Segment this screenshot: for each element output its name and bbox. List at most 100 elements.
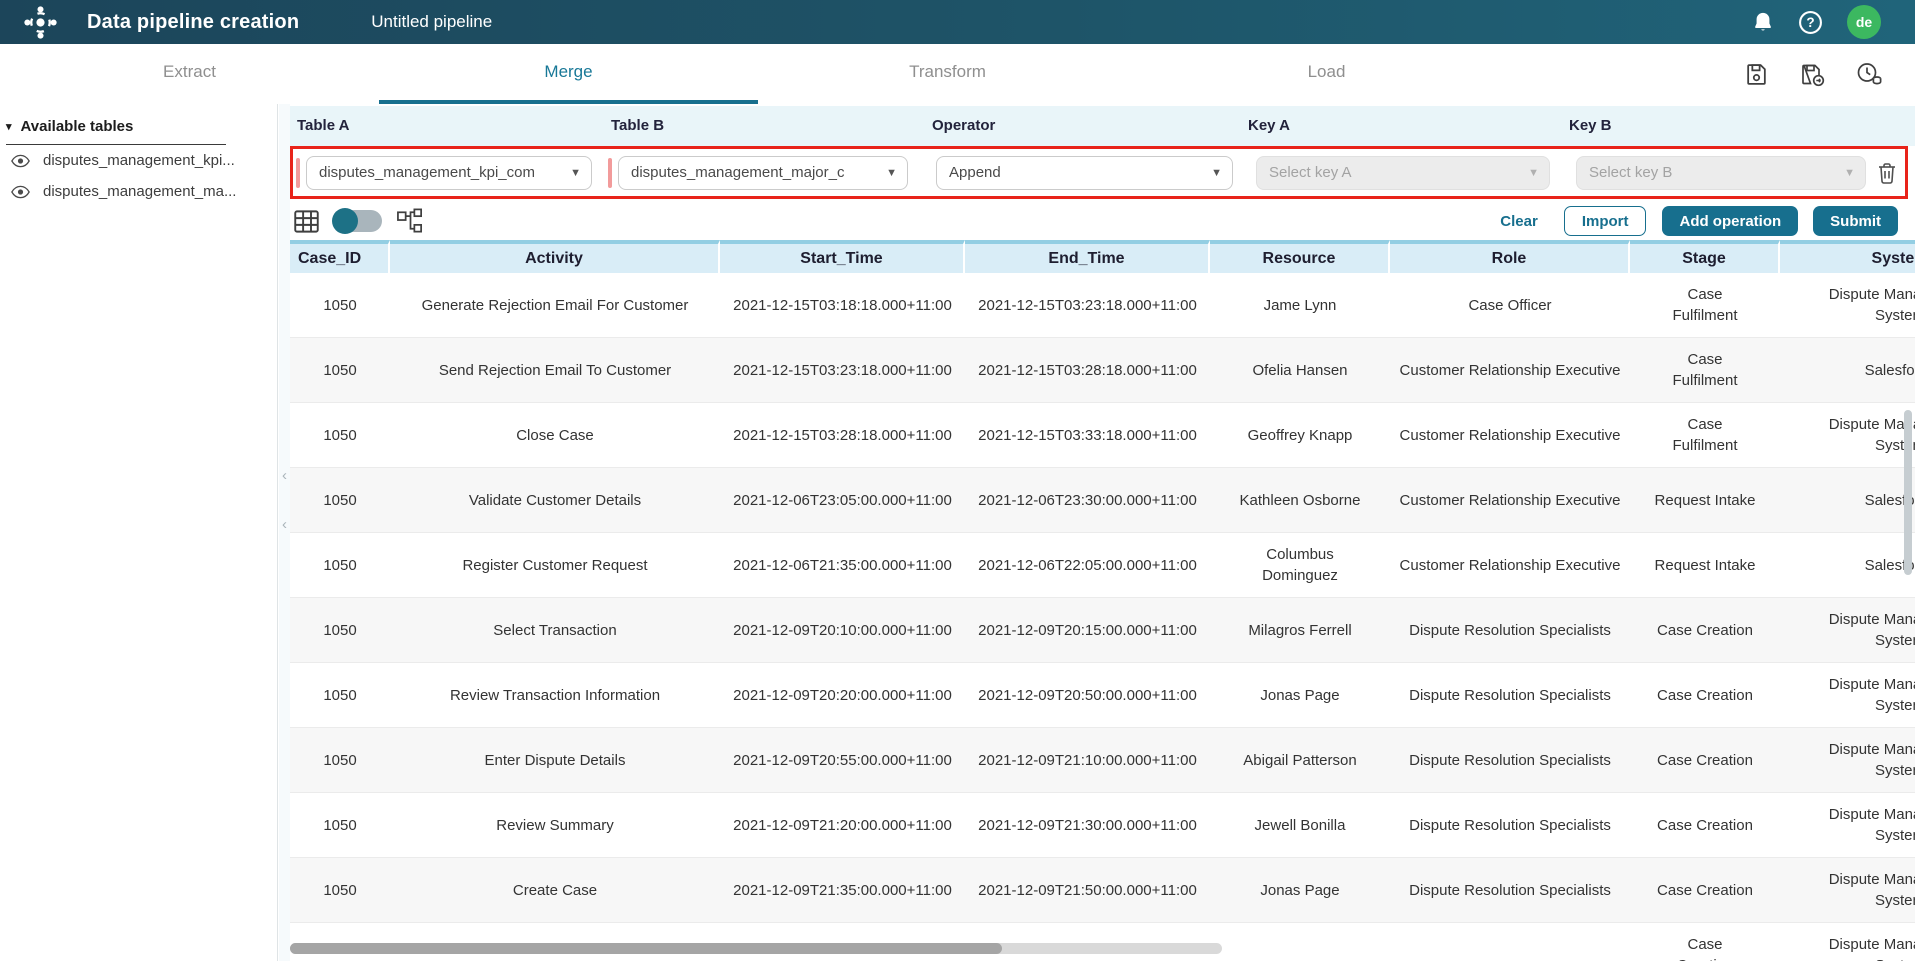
cell-end_time: 2021-12-09T21:50:00.000+11:00: [965, 858, 1210, 922]
cell-stage: Case Creation: [1630, 598, 1780, 662]
cell-stage: Case Creation: [1630, 728, 1780, 792]
cell-text: 2021-12-09T21:10:00.000+11:00: [978, 750, 1197, 771]
submit-button[interactable]: Submit: [1813, 206, 1898, 236]
cell-role: Customer Relationship Executive: [1390, 403, 1630, 467]
eye-icon[interactable]: [11, 154, 30, 168]
panel-resize-handle[interactable]: ‹: [279, 470, 290, 482]
tab-merge[interactable]: Merge: [379, 44, 758, 104]
cell-text: Dispute Management: [1829, 869, 1915, 890]
panel-resize-gutter: ‹ ‹: [279, 104, 290, 961]
cell-text: Case Creation: [1657, 750, 1753, 771]
eye-icon[interactable]: [11, 185, 30, 199]
result-table: Case_IDActivityStart_TimeEnd_TimeResourc…: [290, 240, 1915, 961]
cell-text: Dispute Resolution Specialists: [1409, 620, 1611, 641]
cell-text: 2021-12-15T03:23:18.000+11:00: [733, 360, 952, 381]
config-column-label: Key B: [1569, 117, 1612, 134]
required-marker: [608, 158, 612, 188]
bell-icon[interactable]: [1752, 10, 1774, 34]
tab-load[interactable]: Load: [1137, 44, 1516, 104]
cell-text: Create Case: [513, 880, 597, 901]
cell-role: [1390, 923, 1630, 961]
cell-activity: Send Rejection Email To Customer: [390, 338, 720, 402]
horizontal-scrollbar-thumb[interactable]: [290, 943, 1002, 954]
cell-text: Customer Relationship Executive: [1400, 425, 1621, 446]
cell-text: 2021-12-15T03:23:18.000+11:00: [978, 295, 1197, 316]
chevron-down-icon: ▼: [1211, 167, 1222, 179]
cell-text: 1050: [323, 555, 356, 576]
cell-start_time: 2021-12-09T21:35:00.000+11:00: [720, 858, 965, 922]
config-column-label: Operator: [932, 117, 995, 134]
cell-case_id: 1050: [290, 728, 390, 792]
sidebar-table-item[interactable]: disputes_management_ma...: [0, 176, 277, 207]
table-header-row: Case_IDActivityStart_TimeEnd_TimeResourc…: [290, 240, 1915, 273]
tab-extract[interactable]: Extract: [0, 44, 379, 104]
cell-text: 2021-12-06T23:05:00.000+11:00: [733, 490, 952, 511]
cell-text: System: [1875, 825, 1915, 846]
history-icon[interactable]: [1856, 61, 1883, 87]
cell-system: Dispute ManagementSystem: [1780, 858, 1915, 922]
key-a-select[interactable]: Select key A ▼: [1256, 156, 1550, 190]
panel-resize-handle[interactable]: ‹: [279, 519, 290, 531]
cell-stage: Request Intake: [1630, 468, 1780, 532]
table-row: 1050Review Summary2021-12-09T21:20:00.00…: [290, 793, 1915, 858]
operator-select[interactable]: Append ▼: [936, 156, 1233, 190]
table-b-select[interactable]: disputes_management_major_c ▼: [618, 156, 908, 190]
cell-text: Customer Relationship Executive: [1400, 555, 1621, 576]
cell-resource: Jame Lynn: [1210, 273, 1390, 337]
cell-text: 2021-12-09T20:10:00.000+11:00: [733, 620, 952, 641]
cell-text: Enter Dispute Details: [485, 750, 626, 771]
schema-view-icon[interactable]: [396, 208, 425, 234]
cell-text: System: [1875, 630, 1915, 651]
cell-text: Jonas Page: [1260, 685, 1339, 706]
cell-activity: Validate Customer Details: [390, 468, 720, 532]
cell-text: 2021-12-09T20:20:00.000+11:00: [733, 685, 952, 706]
cell-start_time: 2021-12-15T03:18:18.000+11:00: [720, 273, 965, 337]
import-button[interactable]: Import: [1564, 206, 1647, 236]
save-as-icon[interactable]: [1799, 62, 1826, 87]
table-row: 1050Register Customer Request2021-12-06T…: [290, 533, 1915, 598]
key-b-select[interactable]: Select key B ▼: [1576, 156, 1866, 190]
table-row: 1050Select Transaction2021-12-09T20:10:0…: [290, 598, 1915, 663]
cell-text: Request Intake: [1655, 490, 1756, 511]
help-icon[interactable]: ?: [1798, 10, 1823, 35]
chevron-down-icon: ▼: [886, 167, 897, 179]
cell-text: 1050: [323, 880, 356, 901]
table-view-icon[interactable]: [293, 209, 320, 234]
cell-case_id: [290, 923, 390, 961]
user-avatar[interactable]: de: [1847, 5, 1881, 39]
cell-text: Close Case: [516, 425, 594, 446]
cell-system: Dispute ManagementSystem: [1780, 923, 1915, 961]
table-a-value: disputes_management_kpi_com: [319, 164, 535, 181]
cell-text: 2021-12-06T22:05:00.000+11:00: [978, 555, 1197, 576]
cell-system: Salesforce: [1780, 338, 1915, 402]
delete-icon[interactable]: [1875, 160, 1899, 186]
cell-case_id: 1050: [290, 403, 390, 467]
cell-activity: Review Summary: [390, 793, 720, 857]
table-row: CaseCreationDispute ManagementSystem: [290, 923, 1915, 961]
clear-button[interactable]: Clear: [1494, 206, 1544, 236]
app-window: Data pipeline creation Untitled pipeline…: [0, 0, 1915, 961]
operator-value: Append: [949, 164, 1001, 181]
table-a-select[interactable]: disputes_management_kpi_com ▼: [306, 156, 592, 190]
cell-text: Dominguez: [1262, 565, 1338, 586]
vertical-scrollbar-thumb[interactable]: [1904, 410, 1912, 575]
add-operation-button[interactable]: Add operation: [1662, 206, 1798, 236]
save-icon[interactable]: [1744, 62, 1769, 87]
table-item-label: disputes_management_kpi...: [43, 152, 235, 169]
cell-text: Dispute Management: [1829, 934, 1915, 955]
tab-transform[interactable]: Transform: [758, 44, 1137, 104]
cell-text: Kathleen Osborne: [1240, 490, 1361, 511]
cell-system: Dispute ManagementSystem: [1780, 663, 1915, 727]
cell-stage: CaseFulfilment: [1630, 403, 1780, 467]
cell-text: Case Creation: [1657, 685, 1753, 706]
cell-text: 2021-12-15T03:18:18.000+11:00: [733, 295, 952, 316]
available-tables-header[interactable]: ▾ Available tables: [6, 118, 226, 145]
cell-text: Dispute Management: [1829, 804, 1915, 825]
cell-text: Case: [1687, 284, 1722, 305]
cell-text: Dispute Management: [1829, 414, 1915, 435]
cell-text: Salesforce: [1865, 360, 1915, 381]
cell-case_id: 1050: [290, 663, 390, 727]
view-toggle[interactable]: [334, 210, 382, 232]
sidebar-table-item[interactable]: disputes_management_kpi...: [0, 145, 277, 176]
cell-resource: Jonas Page: [1210, 858, 1390, 922]
